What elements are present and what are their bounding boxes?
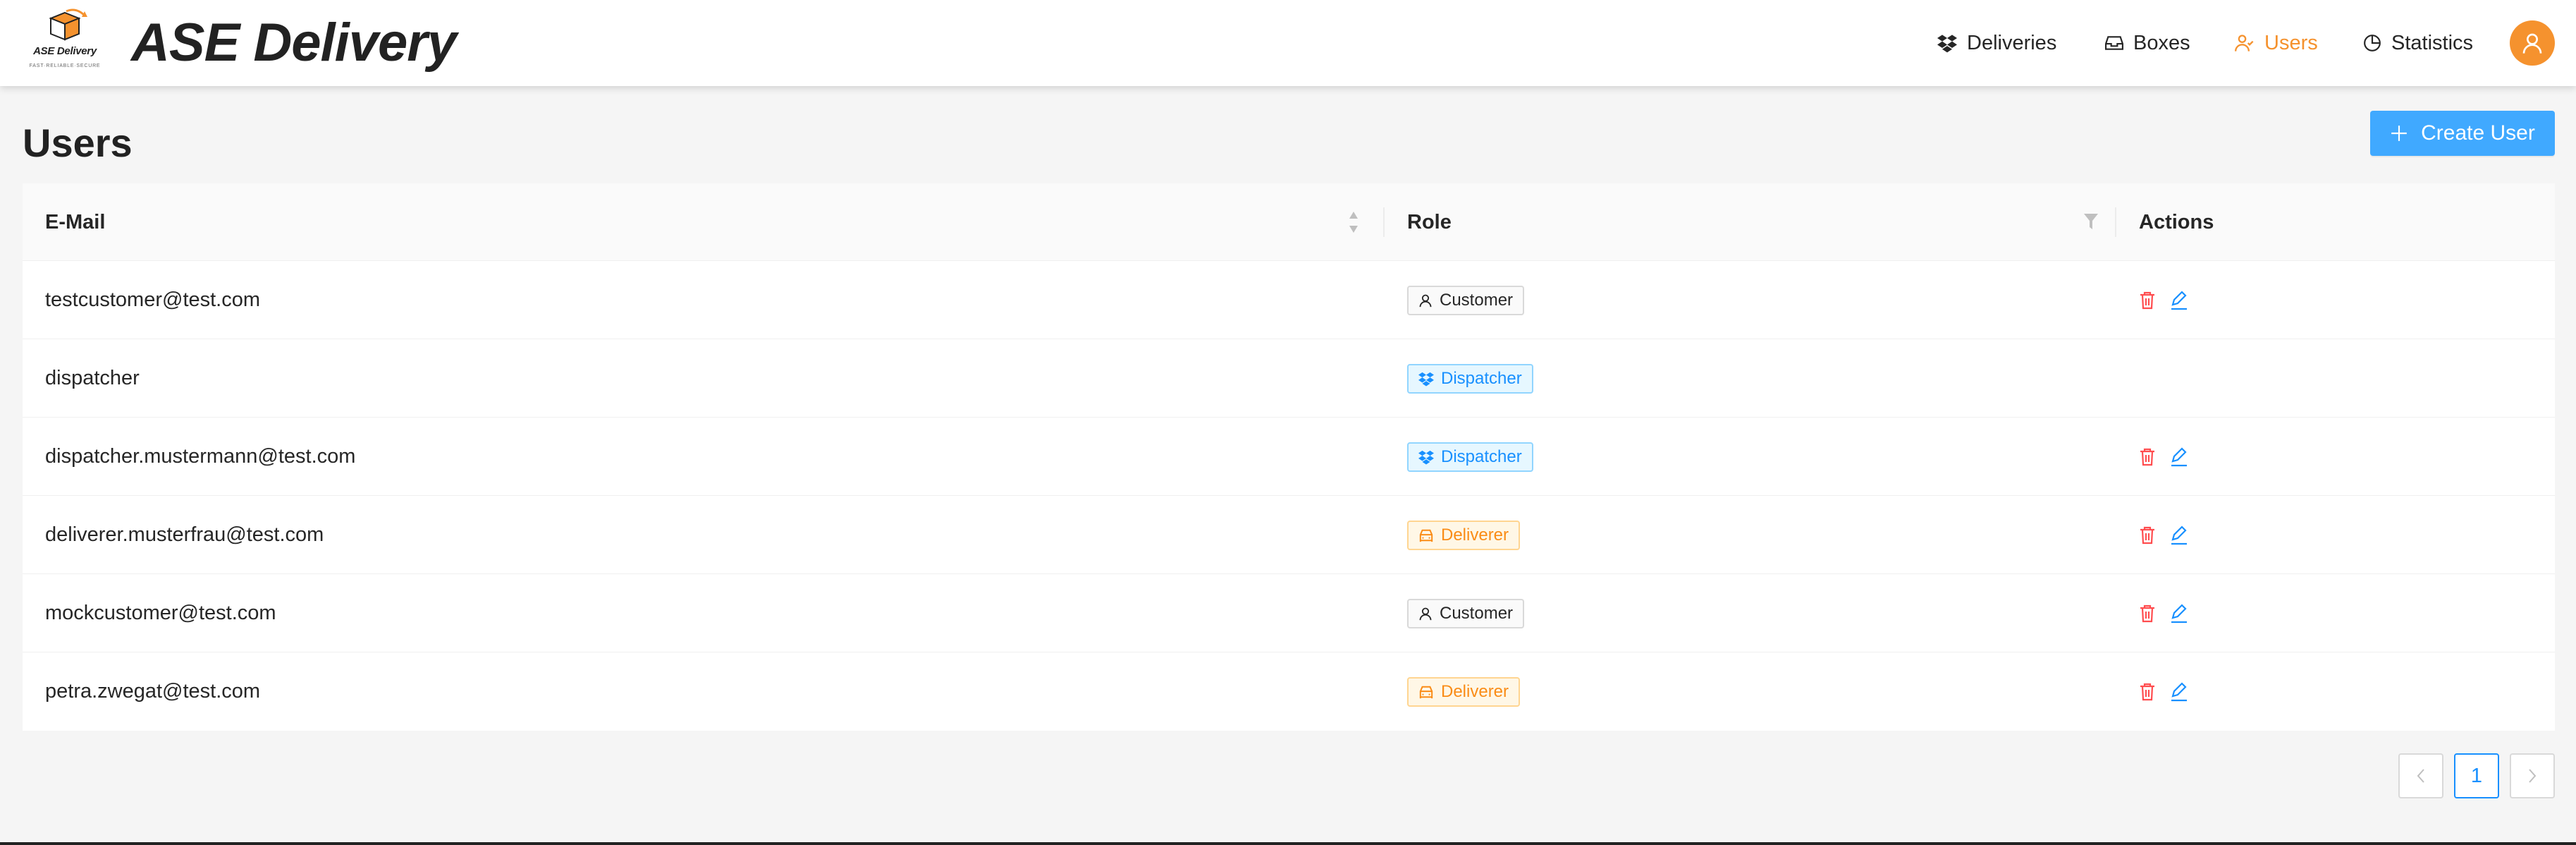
user-email: deliverer.musterfrau@test.com (45, 523, 324, 546)
bottom-border (0, 842, 2576, 845)
user-icon (1419, 294, 1432, 308)
user-email: dispatcher.mustermann@test.com (45, 445, 356, 468)
role-tag-label: Customer (1440, 604, 1514, 623)
row-actions (2139, 261, 2188, 339)
role-tag: Dispatcher (1407, 364, 1533, 394)
role-tag: Dispatcher (1407, 442, 1533, 472)
row-actions (2139, 574, 2188, 652)
column-separator (1383, 207, 1385, 237)
table-row: petra.zwegat@test.com Deliverer (23, 652, 2555, 731)
row-actions (2139, 418, 2188, 496)
table-body: testcustomer@test.com Customer dispatcher D… (23, 261, 2555, 731)
table-row: dispatcher Dispatcher (23, 339, 2555, 418)
user-avatar[interactable] (2510, 20, 2555, 66)
user-email: mockcustomer@test.com (45, 602, 276, 624)
create-user-label: Create User (2421, 121, 2535, 145)
role-tag: Customer (1407, 599, 1525, 628)
role-tag: Deliverer (1407, 521, 1521, 550)
plus-icon (2391, 126, 2407, 141)
edit-icon[interactable] (2170, 290, 2188, 310)
users-table: E-Mail Role Actions testcustomer@test.co… (23, 183, 2555, 731)
nav-deliveries-label: Deliveries (1967, 32, 2057, 54)
chevron-right-icon (2529, 769, 2537, 783)
sort-icon[interactable] (1348, 210, 1359, 234)
car-icon (1419, 686, 1433, 699)
user-email: testcustomer@test.com (45, 288, 261, 311)
role-tag-label: Deliverer (1441, 525, 1509, 545)
role-tag-label: Deliverer (1441, 682, 1509, 701)
role-tag-label: Dispatcher (1441, 369, 1522, 388)
inbox-icon (2105, 36, 2123, 50)
table-row: dispatcher.mustermann@test.com Dispatcher (23, 418, 2555, 496)
role-tag-label: Dispatcher (1441, 447, 1522, 466)
nav-boxes[interactable]: Boxes (2105, 0, 2190, 86)
page-title: Users (23, 121, 133, 165)
role-tag-label: Customer (1440, 291, 1514, 310)
nav-users-label: Users (2264, 32, 2318, 54)
filter-icon[interactable] (2083, 212, 2099, 231)
table-row: mockcustomer@test.com Customer (23, 574, 2555, 652)
delete-icon[interactable] (2139, 291, 2156, 310)
user-email: dispatcher (45, 367, 140, 389)
users-icon (2235, 35, 2254, 51)
nav-statistics[interactable]: Statistics (2363, 0, 2473, 86)
app-header: ASE Delivery FAST·RELIABLE·SECURE ASE De… (0, 0, 2576, 86)
role-tag: Customer (1407, 286, 1525, 315)
column-actions: Actions (2139, 211, 2214, 233)
row-actions (2139, 652, 2188, 731)
edit-icon[interactable] (2170, 603, 2188, 624)
role-tag: Deliverer (1407, 677, 1521, 707)
next-page-button[interactable] (2510, 753, 2555, 798)
delete-icon[interactable] (2139, 604, 2156, 624)
table-row: deliverer.musterfrau@test.com Deliverer (23, 496, 2555, 574)
page-1-button[interactable]: 1 (2454, 753, 2499, 798)
dropbox-icon (1418, 450, 1434, 465)
pie-chart-icon (2364, 35, 2381, 51)
edit-icon[interactable] (2170, 525, 2188, 545)
user-icon (1419, 607, 1432, 621)
row-actions (2139, 496, 2188, 574)
edit-icon[interactable] (2170, 446, 2188, 467)
delete-icon[interactable] (2139, 682, 2156, 702)
dropbox-icon (1937, 35, 1957, 53)
nav-boxes-label: Boxes (2133, 32, 2190, 54)
create-user-button[interactable]: Create User (2370, 111, 2555, 156)
delete-icon[interactable] (2139, 447, 2156, 467)
car-icon (1419, 529, 1433, 542)
app-title: ASE Delivery (131, 13, 457, 73)
chevron-left-icon (2417, 769, 2424, 783)
column-email[interactable]: E-Mail (45, 183, 105, 261)
user-icon (2522, 33, 2542, 54)
edit-icon[interactable] (2170, 681, 2188, 702)
nav-statistics-label: Statistics (2391, 32, 2474, 54)
column-role: Role (1407, 211, 1452, 233)
user-email: petra.zwegat@test.com (45, 680, 261, 703)
prev-page-button[interactable] (2398, 753, 2443, 798)
dropbox-icon (1418, 372, 1434, 387)
nav-users[interactable]: Users (2235, 0, 2318, 86)
column-separator (2115, 207, 2116, 237)
nav-deliveries[interactable]: Deliveries (1937, 0, 2056, 86)
app-logo[interactable]: ASE Delivery FAST·RELIABLE·SECURE (25, 8, 104, 73)
table-row: testcustomer@test.com Customer (23, 261, 2555, 339)
table-header: E-Mail Role Actions (23, 183, 2555, 261)
delete-icon[interactable] (2139, 525, 2156, 545)
logo-text: ASE Delivery (33, 45, 97, 57)
logo-box-icon (49, 8, 87, 41)
logo-tagline: FAST·RELIABLE·SECURE (29, 63, 101, 68)
